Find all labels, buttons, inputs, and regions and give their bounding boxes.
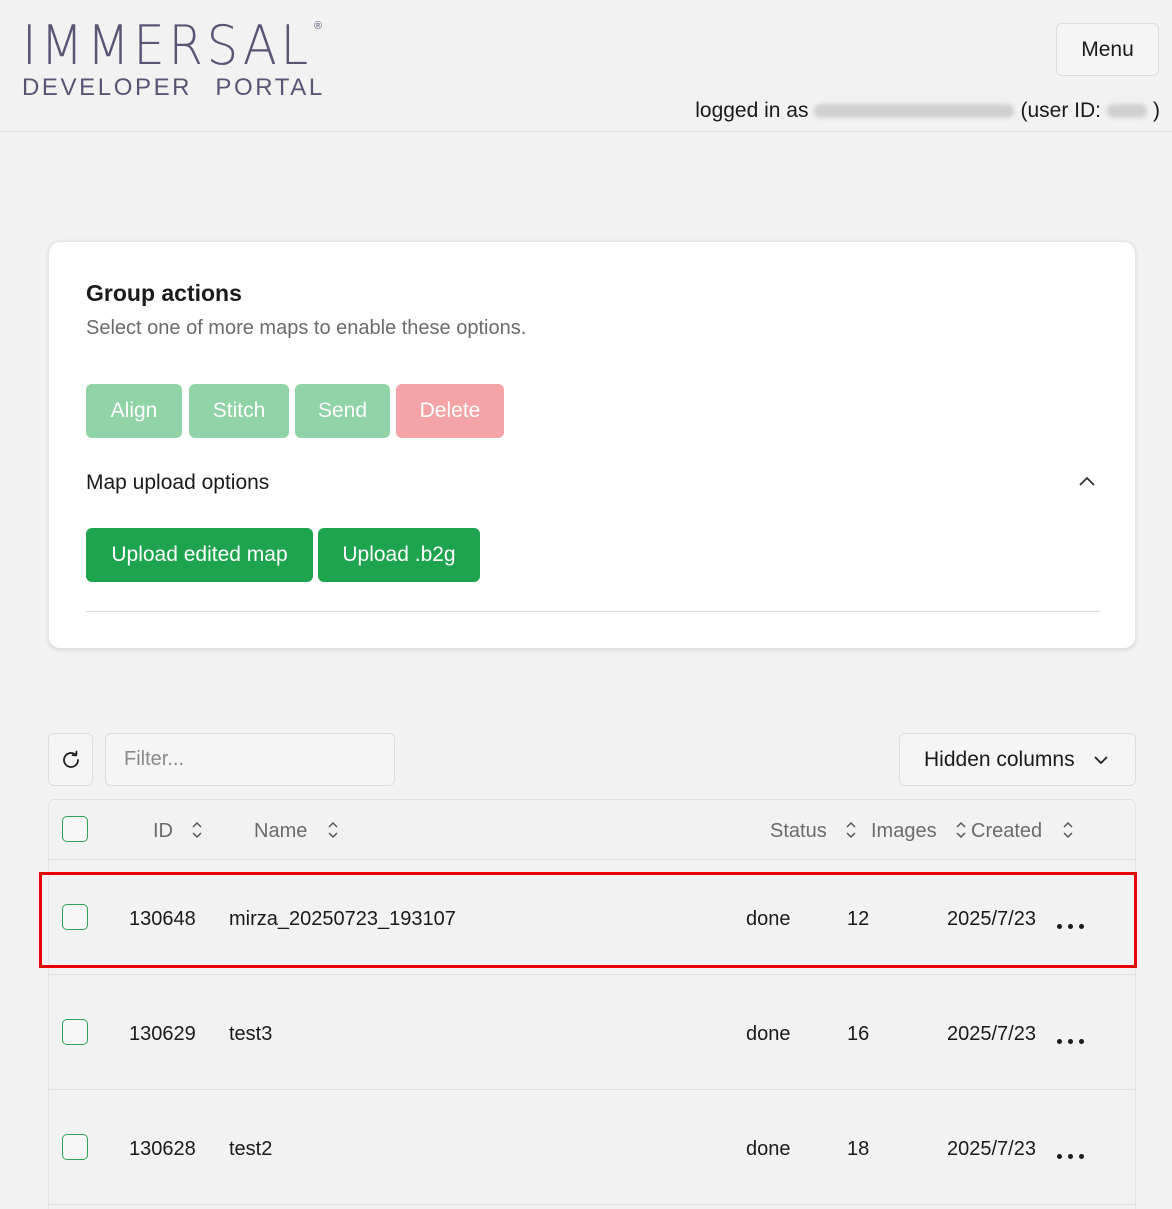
- login-status: logged in as (user ID: ): [695, 99, 1160, 123]
- hidden-columns-label: Hidden columns: [924, 747, 1075, 771]
- cell-status: done: [746, 908, 791, 930]
- sort-icon[interactable]: [845, 821, 857, 839]
- top-header: IMMERSAL ® DEVELOPER PORTAL Menu logged …: [0, 0, 1172, 132]
- cell-name[interactable]: test2: [229, 1138, 272, 1161]
- cell-id: 130648: [129, 908, 196, 930]
- more-options-icon[interactable]: [1057, 1154, 1084, 1159]
- table-row[interactable]: 130628 test2 done 18 2025/7/23: [49, 1090, 1135, 1205]
- column-header-id[interactable]: ID: [153, 820, 173, 843]
- refresh-button[interactable]: [48, 733, 93, 786]
- table-row[interactable]: 130648 mirza_20250723_193107 done 12 202…: [49, 860, 1135, 975]
- chevron-down-icon: [1094, 756, 1108, 765]
- group-actions-title: Group actions: [86, 280, 242, 306]
- table-row[interactable]: 130629 test3 done 16 2025/7/23: [49, 975, 1135, 1090]
- column-header-status[interactable]: Status: [770, 820, 827, 843]
- logo-subtitle: DEVELOPER PORTAL: [22, 74, 325, 101]
- maps-table: ID Name Status Images Created 130648 mir…: [48, 799, 1136, 1209]
- sort-icon[interactable]: [327, 821, 339, 839]
- upload-edited-map-button[interactable]: Upload edited map: [86, 528, 313, 582]
- redacted-user-id: [1107, 104, 1147, 118]
- column-header-name[interactable]: Name: [254, 820, 307, 843]
- group-actions-card: Group actions Select one of more maps to…: [48, 241, 1136, 649]
- row-checkbox[interactable]: [62, 1019, 88, 1045]
- refresh-icon: [62, 750, 79, 768]
- sort-icon[interactable]: [955, 821, 967, 839]
- user-id-prefix: (user ID:: [1020, 99, 1101, 122]
- login-suffix: ): [1153, 99, 1160, 122]
- cell-images: 18: [847, 1138, 870, 1160]
- divider: [86, 611, 1100, 612]
- cell-name[interactable]: test3: [229, 1023, 272, 1046]
- redacted-email: [814, 104, 1015, 118]
- login-prefix: logged in as: [695, 99, 809, 122]
- cell-status: done: [746, 1023, 791, 1045]
- cell-created: 2025/7/23: [947, 1138, 1036, 1160]
- column-header-images[interactable]: Images: [871, 820, 937, 843]
- stitch-button[interactable]: Stitch: [189, 384, 289, 438]
- cell-name[interactable]: mirza_20250723_193107: [229, 908, 456, 931]
- delete-button[interactable]: Delete: [396, 384, 504, 438]
- cell-created: 2025/7/23: [947, 908, 1036, 930]
- menu-button[interactable]: Menu: [1056, 23, 1159, 76]
- cell-status: done: [746, 1138, 791, 1160]
- group-actions-subtitle: Select one of more maps to enable these …: [86, 317, 527, 339]
- select-all-checkbox[interactable]: [62, 816, 88, 842]
- column-header-created[interactable]: Created: [971, 820, 1042, 843]
- hidden-columns-dropdown[interactable]: Hidden columns: [899, 733, 1136, 786]
- cell-images: 12: [847, 908, 870, 930]
- table-header: ID Name Status Images Created: [49, 800, 1135, 860]
- cell-images: 16: [847, 1023, 870, 1045]
- chevron-up-icon[interactable]: [1077, 474, 1097, 488]
- more-options-icon[interactable]: [1057, 924, 1084, 929]
- align-button[interactable]: Align: [86, 384, 182, 438]
- row-checkbox[interactable]: [62, 904, 88, 930]
- more-options-icon[interactable]: [1057, 1039, 1084, 1044]
- cell-created: 2025/7/23: [947, 1023, 1036, 1045]
- row-checkbox[interactable]: [62, 1134, 88, 1160]
- sort-icon[interactable]: [191, 821, 203, 839]
- map-upload-options-title: Map upload options: [86, 471, 270, 494]
- immersal-logo[interactable]: IMMERSAL ® DEVELOPER PORTAL: [22, 14, 337, 102]
- cell-id: 130628: [129, 1138, 196, 1160]
- sort-icon[interactable]: [1062, 821, 1074, 839]
- send-button[interactable]: Send: [295, 384, 390, 438]
- registered-mark: ®: [314, 20, 323, 32]
- filter-input[interactable]: [105, 733, 395, 786]
- logo-wordmark: IMMERSAL: [22, 14, 312, 77]
- cell-id: 130629: [129, 1023, 196, 1045]
- upload-b2g-button[interactable]: Upload .b2g: [318, 528, 480, 582]
